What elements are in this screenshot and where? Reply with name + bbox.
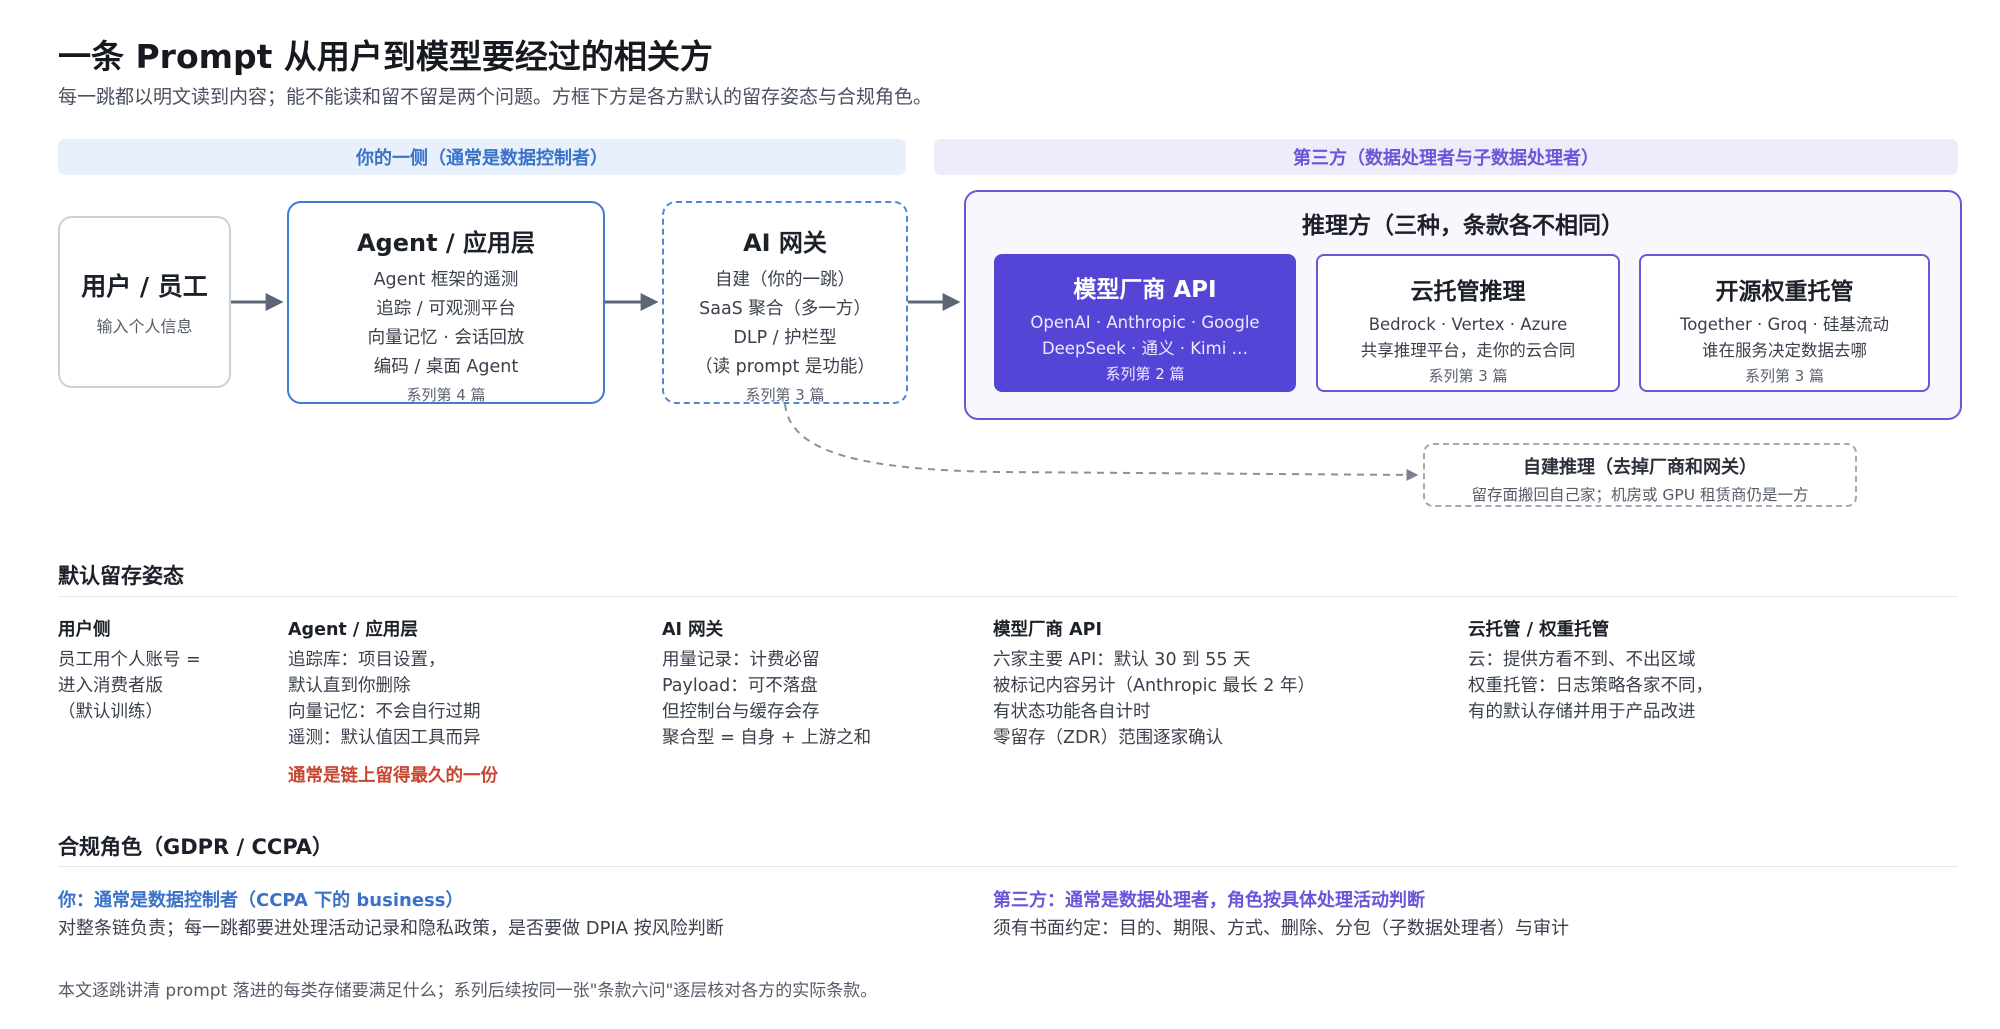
vendor-api-series: 系列第 2 篇 (1105, 365, 1185, 383)
self-hosted-title: 自建推理（去掉厂商和网关） (1523, 457, 1757, 478)
retention-line: 聚合型 = 自身 + 上游之和 (662, 728, 872, 748)
retention-col-agent: Agent / 应用层 追踪库：项目设置， 默认直到你删除 向量记忆：不会自行过… (288, 617, 498, 789)
node-agent-series: 系列第 4 篇 (406, 386, 486, 404)
retention-line: Payload：可不落盘 (662, 676, 818, 696)
retention-col-title: Agent / 应用层 (288, 620, 418, 640)
node-inference-group: 推理方（三种，条款各不相同） 模型厂商 API OpenAI · Anthrop… (964, 190, 1962, 420)
retention-line: 被标记内容另计（Anthropic 最长 2 年） (993, 676, 1315, 696)
node-user-title: 用户 / 员工 (81, 272, 208, 301)
cloud-inference-title: 云托管推理 (1410, 279, 1526, 305)
retention-line: 追踪库：项目设置， (288, 650, 446, 670)
node-cloud-inference: 云托管推理 Bedrock · Vertex · Azure 共享推理平台，走你… (1316, 254, 1620, 392)
retention-line: 默认直到你删除 (288, 676, 411, 696)
node-agent-line: 追踪 / 可观测平台 (376, 299, 516, 319)
retention-col-title: 模型厂商 API (993, 620, 1102, 640)
open-weights-line: 谁在服务决定数据去哪 (1702, 341, 1867, 360)
retention-line: 云：提供方看不到、不出区域 (1468, 650, 1696, 670)
retention-divider (58, 596, 1958, 597)
retention-col-user: 用户侧 员工用个人账号 = 进入消费者版 （默认训练） (58, 617, 201, 725)
cloud-inference-series: 系列第 3 篇 (1428, 367, 1508, 385)
compliance-heading: 合规角色（GDPR / CCPA） (58, 835, 334, 859)
retention-line: 向量记忆：不会自行过期 (288, 702, 481, 722)
node-ai-gateway: AI 网关 自建（你的一跳） SaaS 聚合（多一方） DLP / 护栏型 （读… (662, 201, 908, 404)
open-weights-line: Together · Groq · 硅基流动 (1679, 315, 1890, 334)
page-subtitle: 每一跳都以明文读到内容；能不能读和留不留是两个问题。方框下方是各方默认的留存姿态… (58, 86, 933, 108)
compliance-third-party-heading: 第三方：通常是数据处理者，角色按具体处理活动判断 (993, 890, 1425, 911)
inference-group-title: 推理方（三种，条款各不相同） (1302, 213, 1624, 239)
band-third-party: 第三方（数据处理者与子数据处理者） (934, 139, 1958, 175)
node-gateway-line: （读 prompt 是功能） (695, 357, 875, 377)
band-your-side: 你的一侧（通常是数据控制者） (58, 139, 906, 175)
retention-col-title: 用户侧 (58, 620, 111, 640)
node-agent: Agent / 应用层 Agent 框架的遥测 追踪 / 可观测平台 向量记忆 … (287, 201, 605, 404)
retention-line: 但控制台与缓存会存 (662, 702, 820, 722)
retention-col-cloud-hosting: 云托管 / 权重托管 云：提供方看不到、不出区域 权重托管：日志策略各家不同， … (1468, 617, 1713, 725)
retention-col-vendor-api: 模型厂商 API 六家主要 API：默认 30 到 55 天 被标记内容另计（A… (993, 617, 1315, 751)
retention-line: 遥测：默认值因工具而异 (288, 728, 481, 748)
node-gateway-series: 系列第 3 篇 (745, 386, 825, 404)
retention-line: （默认训练） (58, 702, 163, 722)
retention-col-title: AI 网关 (662, 620, 724, 640)
compliance-you-text: 对整条链负责；每一跳都要进处理活动记录和隐私政策，是否要做 DPIA 按风险判断 (58, 918, 724, 939)
footer-note: 本文逐跳讲清 prompt 落进的每类存储要满足什么；系列后续按同一张"条款六问… (58, 981, 878, 1001)
cloud-inference-line: 共享推理平台，走你的云合同 (1360, 341, 1576, 360)
retention-line: 零留存（ZDR）范围逐家确认 (993, 728, 1224, 748)
vendor-api-line: DeepSeek · 通义 · Kimi … (1041, 339, 1249, 358)
node-agent-line: 编码 / 桌面 Agent (373, 357, 519, 377)
retention-heading: 默认留存姿态 (58, 564, 184, 588)
self-hosted-note: 留存面搬回自己家；机房或 GPU 租赁商仍是一方 (1471, 486, 1809, 504)
open-weights-title: 开源权重托管 (1715, 279, 1854, 305)
cloud-inference-line: Bedrock · Vertex · Azure (1368, 315, 1568, 334)
retention-line: 有状态功能各自计时 (993, 702, 1151, 722)
node-open-weights-hosting: 开源权重托管 Together · Groq · 硅基流动 谁在服务决定数据去哪… (1639, 254, 1930, 392)
node-agent-title: Agent / 应用层 (356, 229, 536, 257)
node-gateway-title: AI 网关 (743, 229, 827, 257)
page-title: 一条 Prompt 从用户到模型要经过的相关方 (58, 37, 713, 76)
retention-line: 进入消费者版 (58, 676, 163, 696)
retention-line: 用量记录：计费必留 (662, 650, 820, 670)
node-agent-line: Agent 框架的遥测 (373, 270, 519, 290)
node-user: 用户 / 员工 输入个人信息 (58, 216, 231, 388)
retention-line: 有的默认存储并用于产品改进 (1468, 702, 1696, 722)
node-gateway-line: 自建（你的一跳） (715, 270, 855, 290)
open-weights-series: 系列第 3 篇 (1744, 367, 1825, 385)
retention-line: 六家主要 API：默认 30 到 55 天 (993, 650, 1251, 670)
retention-col-title: 云托管 / 权重托管 (1468, 620, 1610, 640)
compliance-divider (58, 866, 1958, 867)
node-agent-line: 向量记忆 · 会话回放 (367, 328, 525, 348)
vendor-api-line: OpenAI · Anthropic · Google (1030, 313, 1260, 332)
node-gateway-line: DLP / 护栏型 (733, 328, 837, 348)
retention-line: 权重托管：日志策略各家不同， (1468, 676, 1713, 696)
node-self-hosted-inference: 自建推理（去掉厂商和网关） 留存面搬回自己家；机房或 GPU 租赁商仍是一方 (1423, 443, 1857, 507)
compliance-third-party-text: 须有书面约定：目的、期限、方式、删除、分包（子数据处理者）与审计 (993, 918, 1569, 939)
compliance-you-heading: 你：通常是数据控制者（CCPA 下的 business） (58, 890, 464, 911)
retention-highlight: 通常是链上留得最久的一份 (288, 766, 498, 786)
node-gateway-line: SaaS 聚合（多一方） (699, 299, 871, 319)
retention-col-gateway: AI 网关 用量记录：计费必留 Payload：可不落盘 但控制台与缓存会存 聚… (662, 617, 871, 751)
retention-line: 员工用个人账号 = (58, 650, 201, 670)
node-user-note: 输入个人信息 (96, 317, 193, 336)
vendor-api-title: 模型厂商 API (1073, 277, 1217, 303)
node-vendor-api: 模型厂商 API OpenAI · Anthropic · Google Dee… (994, 254, 1296, 392)
